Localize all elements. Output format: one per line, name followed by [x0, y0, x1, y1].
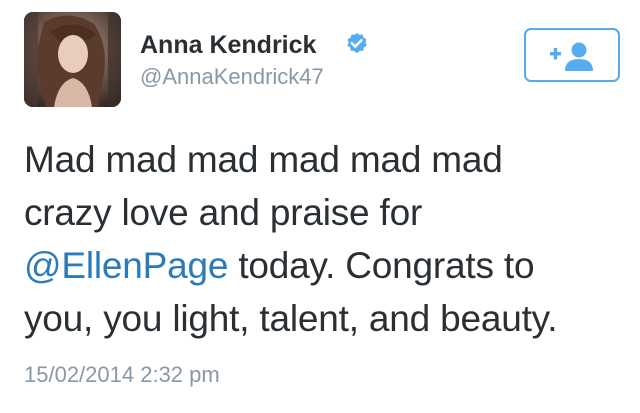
add-user-icon: [550, 42, 593, 71]
tweet-line: crazy love and praise for: [24, 192, 423, 233]
verified-badge-icon: [347, 32, 367, 54]
timestamp[interactable]: 15/02/2014 2:32 pm: [24, 362, 220, 388]
tweet-line-text: today. Congrats to: [228, 245, 535, 286]
display-name[interactable]: Anna Kendrick: [140, 30, 316, 60]
tweet-line: you, you light, talent, and beauty.: [24, 298, 558, 339]
tweet-line: @EllenPage today. Congrats to: [24, 239, 624, 292]
tweet-line: Mad mad mad mad mad mad: [24, 139, 503, 180]
user-handle[interactable]: @AnnaKendrick47: [140, 64, 324, 90]
tweet-text: Mad mad mad mad mad mad crazy love and p…: [24, 133, 624, 345]
profile-photo: [24, 12, 121, 107]
follow-button[interactable]: [524, 28, 620, 82]
mention-link[interactable]: @EllenPage: [24, 245, 228, 286]
avatar[interactable]: [24, 12, 121, 107]
